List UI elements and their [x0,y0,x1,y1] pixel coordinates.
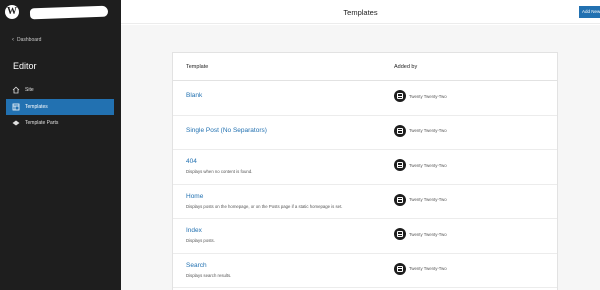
sidebar-item-template-parts[interactable]: Template Parts [6,115,114,131]
sidebar-item-label: Template Parts [25,120,59,126]
sidebar-nav: Site Templates Template Parts [6,82,114,132]
editor-header: Templates Add New [121,0,600,24]
table-header: Template Added by [173,53,557,81]
back-to-dashboard-link[interactable]: ‹ Dashboard [12,37,41,43]
table-row: Index Displays posts. Twenty Twenty-Two [173,219,557,254]
added-by-label: Twenty Twenty-Two [409,266,447,271]
theme-icon [394,124,406,137]
table-row: Search Displays search results. Twenty T… [173,254,557,288]
template-link-home[interactable]: Home [186,193,203,200]
add-new-button[interactable]: Add New [579,6,600,18]
table-row: 404 Displays when no content is found. T… [173,150,557,185]
page-title: Templates [343,8,378,17]
sidebar-section-title: Editor [13,61,37,71]
theme-icon [394,262,406,275]
added-by-cell: Twenty Twenty-Two [394,90,447,102]
sidebar-item-site[interactable]: Site [6,82,114,98]
templates-table: Template Added by Blank Twenty Twenty-Tw… [172,52,558,290]
template-link-404[interactable]: 404 [186,158,197,165]
table-row: Blank Twenty Twenty-Two [173,81,557,116]
sidebar-item-label: Site [25,87,34,93]
added-by-cell: Twenty Twenty-Two [394,124,447,137]
template-link-blank[interactable]: Blank [186,92,202,99]
template-link-single-post[interactable]: Single Post (No Separators) [186,127,267,134]
column-header-template: Template [186,64,209,70]
home-icon [12,86,20,94]
theme-icon [394,159,406,171]
added-by-label: Twenty Twenty-Two [409,93,447,99]
theme-icon [394,228,406,240]
redacted-site-name [29,5,109,20]
added-by-cell: Twenty Twenty-Two [394,193,447,206]
sidebar-item-templates[interactable]: Templates [6,98,114,115]
template-description: Displays search results. [186,272,232,278]
added-by-label: Twenty Twenty-Two [409,231,447,237]
column-header-added-by: Added by [394,64,418,70]
template-description: Displays posts. [186,238,215,243]
added-by-cell: Twenty Twenty-Two [394,228,447,240]
added-by-label: Twenty Twenty-Two [409,128,447,133]
added-by-cell: Twenty Twenty-Two [394,262,447,275]
theme-icon [394,90,406,102]
added-by-label: Twenty Twenty-Two [409,162,447,168]
template-link-index[interactable]: Index [186,227,202,234]
added-by-cell: Twenty Twenty-Two [394,159,447,171]
template-icon [12,103,20,111]
template-description: Displays when no content is found. [186,169,253,174]
back-link-label: Dashboard [17,37,42,43]
template-description: Displays posts on the homepage, or on th… [186,203,343,209]
template-link-search[interactable]: Search [186,262,207,269]
template-parts-icon [12,119,20,127]
theme-icon [394,193,406,206]
chevron-left-icon: ‹ [12,37,14,43]
sidebar-item-label: Templates [25,103,48,110]
wordpress-logo-icon[interactable]: W [5,5,19,19]
added-by-label: Twenty Twenty-Two [409,197,447,202]
table-row: Home Displays posts on the homepage, or … [173,185,557,219]
main-canvas: Template Added by Blank Twenty Twenty-Tw… [121,25,600,290]
editor-sidebar: W ‹ Dashboard Editor Site Templates Temp… [0,0,121,290]
table-row: Single Post (No Separators) Twenty Twent… [173,116,557,150]
